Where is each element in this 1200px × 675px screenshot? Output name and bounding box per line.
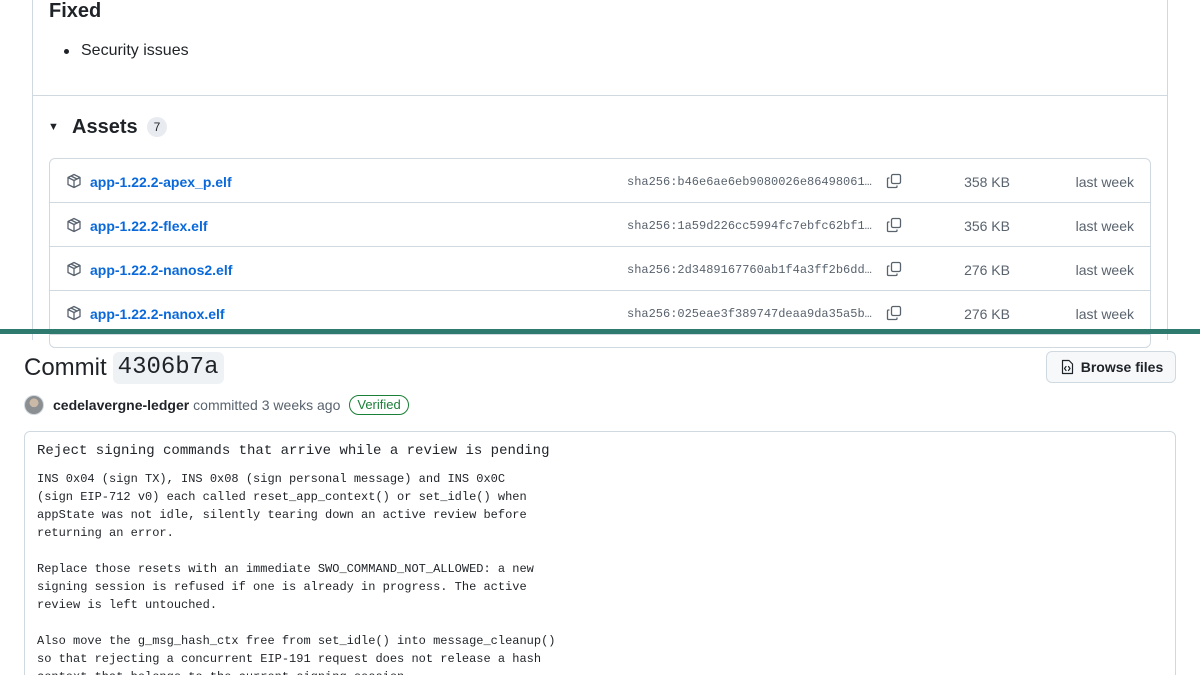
asset-row: app-1.22.2-apex_p.elf sha256:b46e6ae6eb9… xyxy=(50,159,1150,203)
package-icon xyxy=(67,217,81,233)
commit-message-summary: Reject signing commands that arrive whil… xyxy=(37,443,550,459)
asset-link[interactable]: app-1.22.2-nanos2.elf xyxy=(90,260,232,280)
package-icon xyxy=(67,305,81,321)
browse-files-button[interactable]: Browse files xyxy=(1046,351,1176,383)
avatar[interactable] xyxy=(24,395,44,415)
asset-time: last week xyxy=(1075,306,1134,322)
copy-icon[interactable] xyxy=(886,261,902,277)
release-divider xyxy=(33,95,1167,96)
author-name[interactable]: cedelavergne-ledger xyxy=(53,397,189,413)
commit-title-prefix: Commit xyxy=(24,354,107,381)
asset-size: 276 KB xyxy=(964,262,1010,278)
fixed-heading: Fixed xyxy=(49,0,102,22)
browse-files-label: Browse files xyxy=(1080,359,1164,375)
copy-icon[interactable] xyxy=(886,217,902,233)
copy-icon[interactable] xyxy=(886,305,902,321)
package-icon xyxy=(67,261,81,277)
asset-size: 356 KB xyxy=(964,218,1010,234)
assets-count-badge: 7 xyxy=(146,117,168,137)
triangle-down-icon: ▼ xyxy=(48,121,59,133)
assets-list: app-1.22.2-apex_p.elf sha256:b46e6ae6eb9… xyxy=(49,158,1151,348)
asset-size: 276 KB xyxy=(964,306,1010,322)
file-code-icon xyxy=(1061,359,1073,375)
section-divider-bar xyxy=(0,329,1200,334)
commit-title: Commit 4306b7a xyxy=(24,352,224,384)
asset-sha: sha256:025eae3f389747deaa9da35a5b… xyxy=(627,307,872,321)
asset-sha: sha256:1a59d226cc5994fc7ebfc62bf1… xyxy=(627,219,872,233)
asset-link[interactable]: app-1.22.2-apex_p.elf xyxy=(90,172,232,192)
asset-time: last week xyxy=(1075,218,1134,234)
commit-action: committed xyxy=(193,397,258,413)
verified-badge[interactable]: Verified xyxy=(349,395,409,415)
asset-sha: sha256:b46e6ae6eb9080026e86498061… xyxy=(627,175,872,189)
assets-toggle[interactable]: ▼ Assets 7 xyxy=(48,114,168,140)
commit-message-box: Reject signing commands that arrive whil… xyxy=(24,431,1176,675)
asset-size: 358 KB xyxy=(964,174,1010,190)
copy-icon[interactable] xyxy=(886,173,902,189)
package-icon xyxy=(67,173,81,189)
asset-row: app-1.22.2-flex.elf sha256:1a59d226cc599… xyxy=(50,203,1150,247)
asset-time: last week xyxy=(1075,262,1134,278)
commit-author-line: cedelavergne-ledger committed 3 weeks ag… xyxy=(24,394,409,416)
commit-time: 3 weeks ago xyxy=(261,397,341,413)
asset-time: last week xyxy=(1075,174,1134,190)
commit-sha: 4306b7a xyxy=(112,352,224,384)
commit-message-body: INS 0x04 (sign TX), INS 0x08 (sign perso… xyxy=(37,472,556,675)
asset-row: app-1.22.2-nanos2.elf sha256:2d348916776… xyxy=(50,247,1150,291)
asset-sha: sha256:2d3489167760ab1f4a3ff2b6dd… xyxy=(627,263,872,277)
fixed-list-item: Security issues xyxy=(64,40,189,62)
assets-title: Assets xyxy=(72,116,138,138)
fixed-list: Security issues xyxy=(64,40,189,62)
asset-link[interactable]: app-1.22.2-flex.elf xyxy=(90,216,208,236)
asset-link[interactable]: app-1.22.2-nanox.elf xyxy=(90,304,225,324)
